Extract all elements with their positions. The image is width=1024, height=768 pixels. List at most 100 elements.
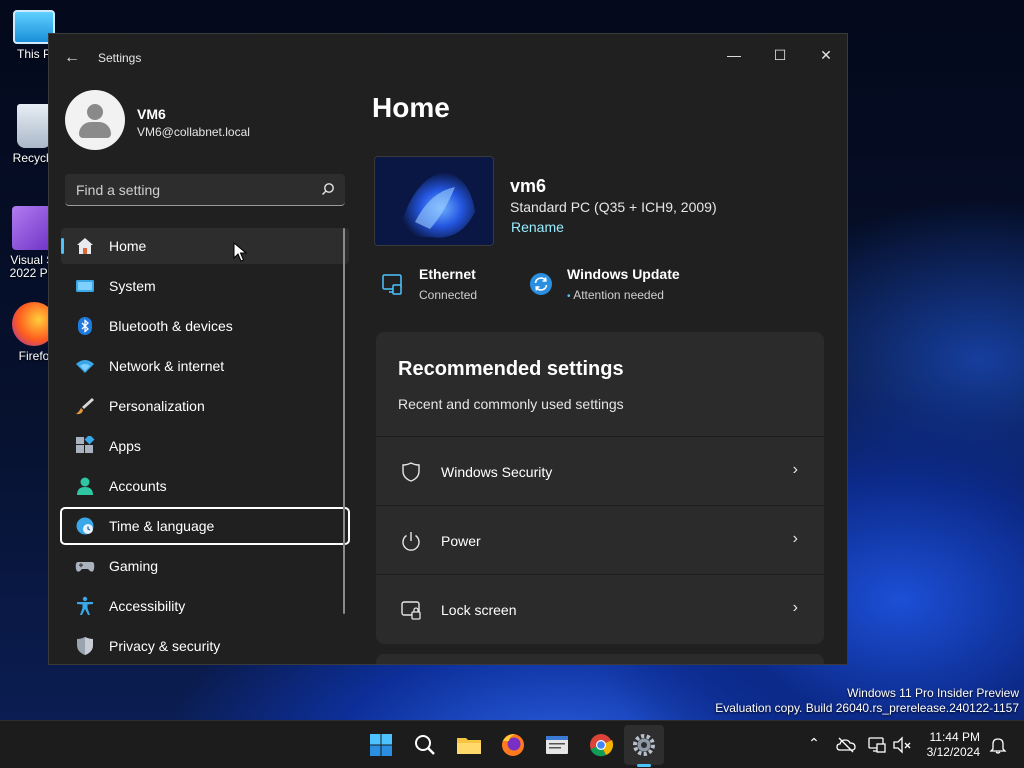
status-subtitle: Connected (419, 288, 478, 302)
recommended-item-power[interactable]: Power › (376, 505, 824, 573)
sidebar-item-label: Apps (109, 438, 141, 454)
watermark-edition: Windows 11 Pro Insider Preview (847, 686, 1019, 700)
chevron-up-icon[interactable]: ⌃ (804, 735, 824, 755)
recycle-bin-icon (17, 104, 51, 148)
sidebar-item-network[interactable]: Network & internet (61, 348, 349, 384)
sidebar-item-label: Accessibility (109, 598, 186, 614)
wallpaper-thumbnail (374, 156, 494, 246)
sidebar-item-accessibility[interactable]: Accessibility (61, 588, 349, 624)
title-bar[interactable]: ← Settings — ☐ ✕ (49, 34, 847, 82)
accessibility-icon (77, 596, 93, 615)
status-title: Windows Update (567, 266, 680, 282)
search-icon (322, 183, 334, 195)
apps-icon (76, 436, 95, 453)
status-ethernet[interactable]: Ethernet Connected (381, 266, 521, 306)
running-indicator (637, 764, 651, 767)
user-name: VM6 (137, 106, 166, 122)
sidebar-item-privacy-security[interactable]: Privacy & security (61, 628, 349, 664)
sidebar-item-label: System (109, 278, 156, 294)
sidebar-scrollbar[interactable] (343, 228, 345, 614)
user-profile[interactable]: VM6 VM6@collabnet.local (65, 90, 345, 152)
clock-time: 11:44 PM (929, 730, 980, 744)
file-explorer-icon[interactable] (455, 731, 483, 759)
sidebar-item-label: Bluetooth & devices (109, 318, 233, 334)
taskbar-clock[interactable]: 11:44 PM 3/12/2024 (918, 730, 980, 760)
ethernet-icon (382, 274, 402, 295)
system-icon (76, 280, 94, 292)
brush-icon (76, 398, 94, 415)
rename-link[interactable]: Rename (511, 219, 564, 235)
firefox-icon[interactable] (499, 731, 527, 759)
sidebar-item-label: Network & internet (109, 358, 225, 374)
update-icon (530, 273, 552, 295)
user-email: VM6@collabnet.local (137, 125, 250, 139)
sidebar-item-label: Home (109, 238, 147, 254)
device-model: Standard PC (Q35 + ICH9, 2009) (510, 199, 717, 215)
chevron-right-icon: › (792, 461, 798, 478)
sidebar-item-system[interactable]: System (61, 268, 349, 304)
search-input[interactable]: Find a setting (65, 174, 345, 206)
sidebar-item-label: Gaming (109, 558, 159, 574)
window-title: Settings (98, 51, 142, 65)
device-name: vm6 (510, 176, 547, 196)
avatar[interactable] (65, 90, 125, 150)
mouse-cursor-icon (233, 242, 247, 262)
sidebar-item-personalization[interactable]: Personalization (61, 388, 349, 424)
bluetooth-icon (78, 317, 92, 335)
recommended-item-lock-screen[interactable]: Lock screen › (376, 574, 824, 642)
start-icon[interactable] (367, 731, 395, 759)
status-title: Ethernet (419, 266, 476, 282)
search-icon[interactable] (411, 731, 439, 759)
network-icon[interactable] (867, 735, 887, 755)
sidebar-nav: Home System Bluetooth & devices Network … (60, 228, 350, 664)
page-title: Home (372, 92, 450, 123)
shield-icon (77, 637, 93, 655)
shield-outline-icon (402, 462, 420, 482)
wifi-icon (76, 360, 94, 373)
search-placeholder: Find a setting (76, 182, 161, 198)
status-subtitle: • Attention needed (567, 288, 664, 302)
taskbar: ⌃ 11:44 PM 3/12/2024 (0, 720, 1024, 768)
clock-date: 3/12/2024 (926, 745, 980, 759)
home-icon (77, 238, 93, 254)
settings-icon[interactable] (630, 731, 658, 759)
recommended-item-label: Lock screen (441, 602, 517, 618)
selection-indicator (61, 238, 64, 254)
recommended-subtitle: Recent and commonly used settings (398, 396, 624, 412)
sidebar-item-accounts[interactable]: Accounts (61, 468, 349, 504)
arrow-left-icon: ← (64, 49, 80, 66)
power-icon (402, 532, 420, 551)
chevron-right-icon: › (792, 530, 798, 547)
gamepad-icon (75, 562, 95, 572)
recommended-settings-card: Recommended settings Recent and commonly… (376, 332, 824, 644)
settings-window: ← Settings — ☐ ✕ VM6 VM6@collabnet.local… (48, 33, 848, 665)
volume-muted-icon[interactable] (892, 735, 912, 755)
onedrive-icon[interactable] (836, 735, 856, 755)
device-card: vm6 Standard PC (Q35 + ICH9, 2009) Renam… (374, 156, 834, 248)
recommended-item-label: Windows Security (441, 464, 553, 480)
sidebar-item-gaming[interactable]: Gaming (61, 548, 349, 584)
sidebar-item-label: Time & language (109, 518, 215, 534)
sidebar-item-bluetooth[interactable]: Bluetooth & devices (61, 308, 349, 344)
recommended-item-windows-security[interactable]: Windows Security › (376, 436, 824, 504)
chevron-right-icon: › (792, 599, 798, 616)
accounts-icon (77, 477, 93, 495)
notification-bell-icon[interactable] (988, 735, 1008, 755)
sidebar-item-apps[interactable]: Apps (61, 428, 349, 464)
lock-screen-icon (401, 601, 421, 620)
watermark-build: Evaluation copy. Build 26040.rs_prerelea… (715, 701, 1019, 715)
minimize-button[interactable]: — (711, 40, 757, 70)
back-button[interactable]: ← (61, 48, 83, 68)
sidebar-item-home[interactable]: Home (61, 228, 349, 264)
sidebar-item-time-language[interactable]: Time & language (60, 507, 350, 545)
globe-clock-icon (76, 517, 94, 535)
maximize-button[interactable]: ☐ (757, 40, 803, 70)
sidebar-item-label: Privacy & security (109, 638, 221, 654)
close-button[interactable]: ✕ (803, 40, 847, 70)
chrome-icon[interactable] (587, 731, 615, 759)
sidebar-item-label: Personalization (109, 398, 205, 414)
recommended-item-label: Power (441, 533, 481, 549)
next-card-edge (376, 654, 824, 664)
status-windows-update[interactable]: Windows Update • Attention needed (529, 266, 709, 306)
notepad-icon[interactable] (543, 731, 571, 759)
